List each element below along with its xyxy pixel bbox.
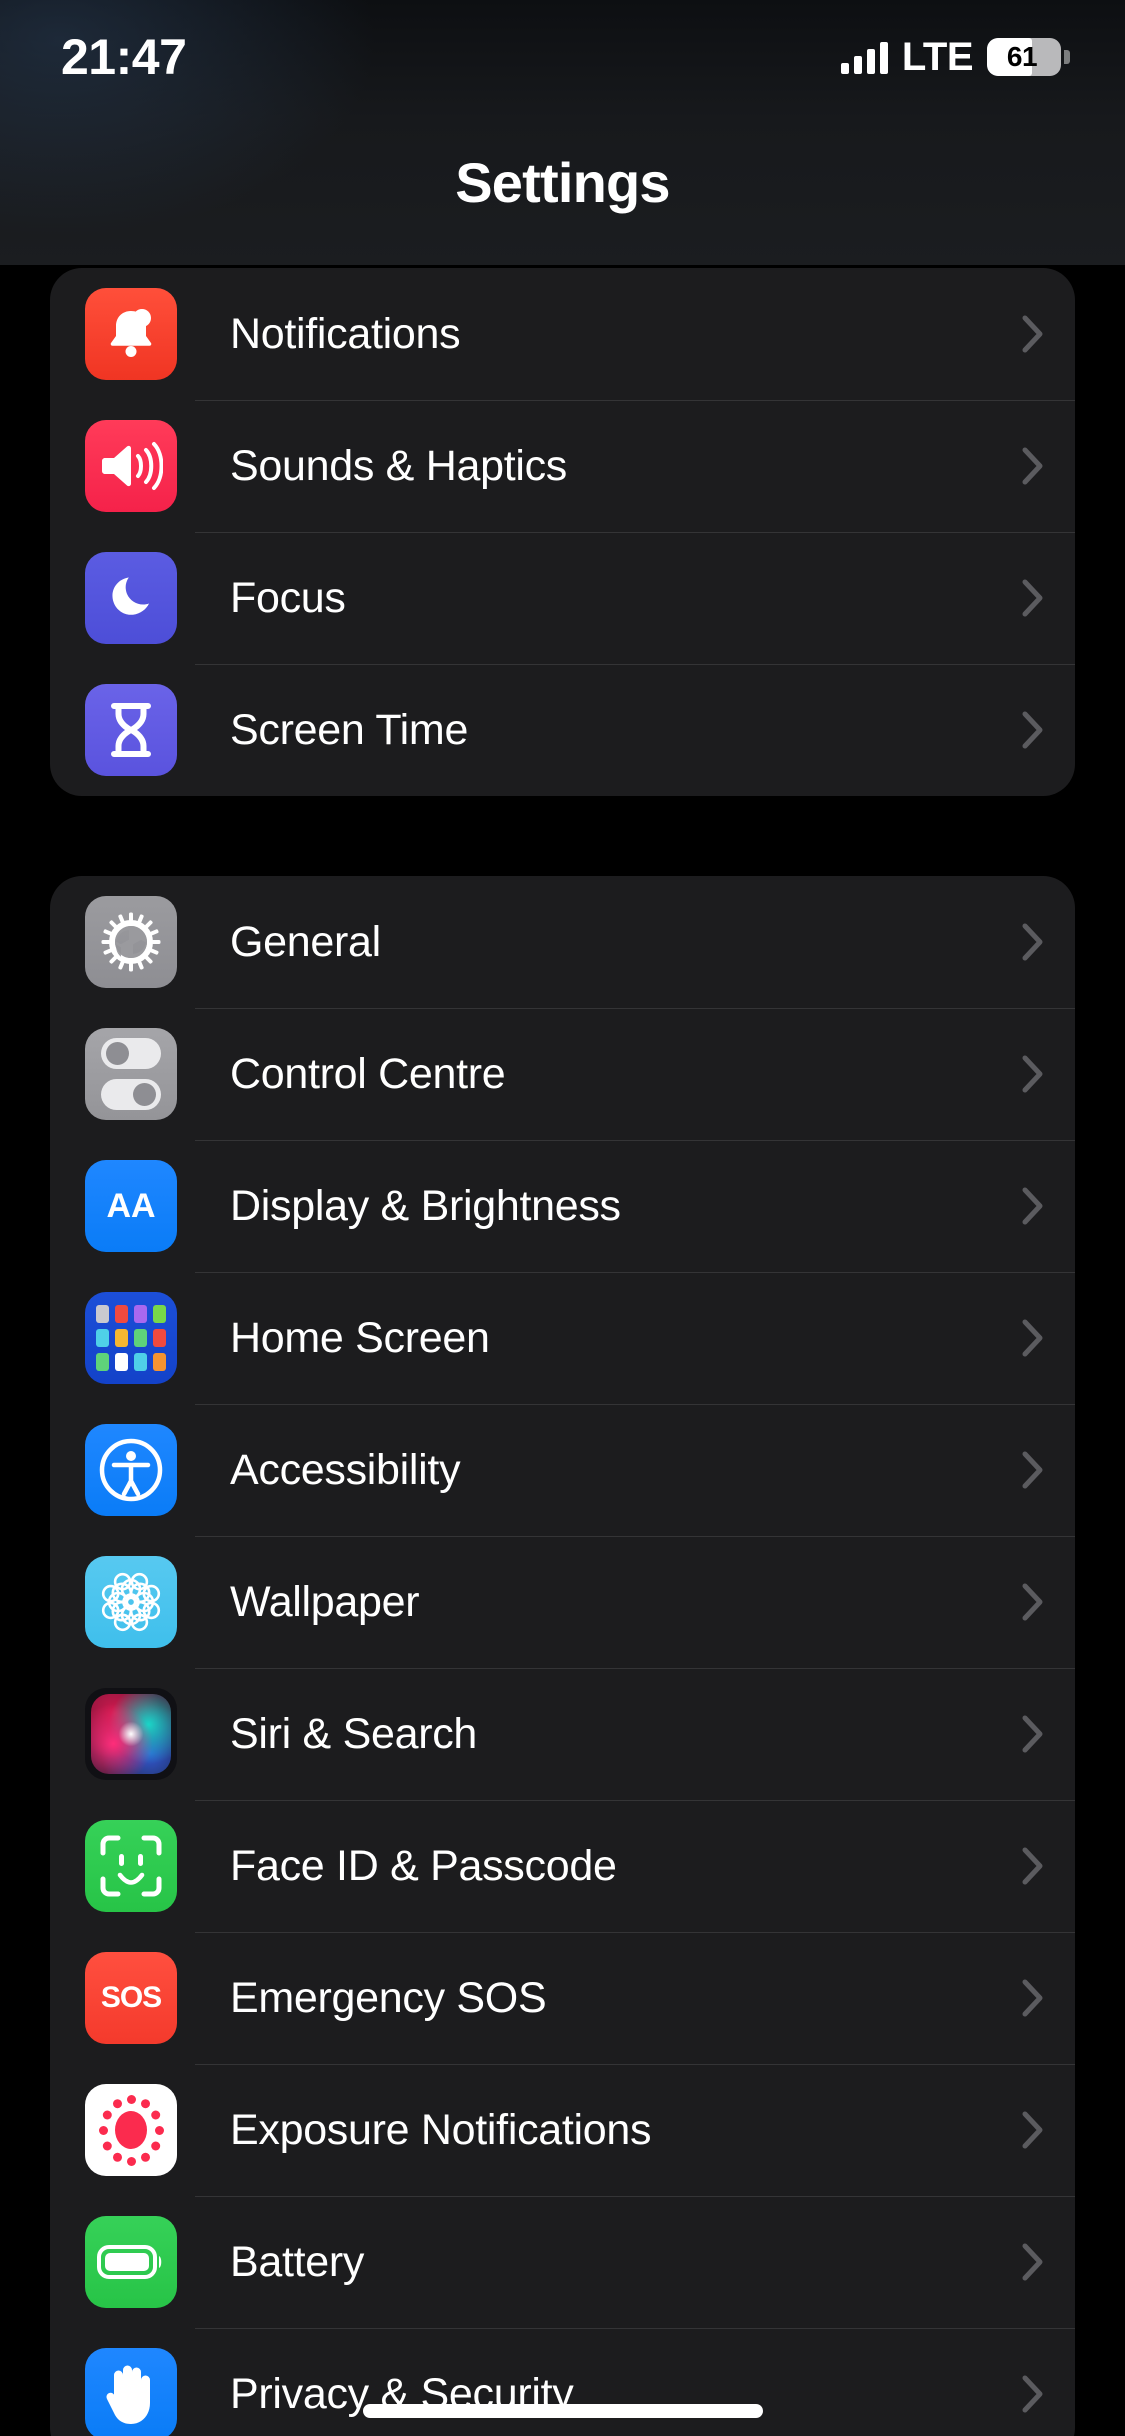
chevron-right-icon	[1003, 923, 1063, 961]
row-separator	[195, 1008, 1075, 1009]
settings-row-label: Screen Time	[230, 705, 469, 754]
chevron-right-icon	[1003, 1847, 1063, 1885]
settings-row-privacy-security[interactable]: Privacy & Security	[50, 2328, 1075, 2436]
status-bar-right: LTE 61	[840, 34, 1070, 80]
row-separator	[195, 400, 1075, 401]
settings-row-label: Notifications	[230, 309, 461, 358]
sos-icon: SOS	[85, 1952, 177, 2044]
toggles-icon	[85, 1028, 177, 1120]
chevron-right-icon	[1003, 1451, 1063, 1489]
chevron-right-icon	[1003, 447, 1063, 485]
face-id-icon	[85, 1820, 177, 1912]
moon-icon	[85, 552, 177, 644]
settings-row-siri-search[interactable]: Siri & Search	[50, 1668, 1075, 1800]
row-separator	[195, 1932, 1075, 1933]
settings-row-label: Display & Brightness	[230, 1181, 621, 1230]
app-grid-icon	[85, 1292, 177, 1384]
settings-row-label: Focus	[230, 573, 346, 622]
hand-raised-icon	[85, 2348, 177, 2436]
settings-row-label: Home Screen	[230, 1313, 490, 1362]
battery-icon: 61	[987, 38, 1070, 76]
settings-row-label: Wallpaper	[230, 1577, 420, 1626]
exposure-dots-icon	[85, 2084, 177, 2176]
settings-row-label: Accessibility	[230, 1445, 461, 1494]
battery-icon	[85, 2216, 177, 2308]
settings-screen: 21:47 LTE 61 Settings Notifications Sound…	[0, 0, 1125, 2436]
settings-row-emergency-sos[interactable]: SOS Emergency SOS	[50, 1932, 1075, 2064]
settings-row-display-brightness[interactable]: AA Display & Brightness	[50, 1140, 1075, 1272]
settings-row-exposure-notifications[interactable]: Exposure Notifications	[50, 2064, 1075, 2196]
chevron-right-icon	[1003, 579, 1063, 617]
row-separator	[195, 2328, 1075, 2329]
gear-icon	[85, 896, 177, 988]
settings-row-label: Emergency SOS	[230, 1973, 547, 2022]
cellular-signal-icon	[840, 40, 888, 74]
status-bar: 21:47 LTE 61	[0, 0, 1125, 100]
settings-row-face-id-passcode[interactable]: Face ID & Passcode	[50, 1800, 1075, 1932]
row-separator	[195, 1536, 1075, 1537]
settings-row-battery[interactable]: Battery	[50, 2196, 1075, 2328]
aa-text-size-icon: AA	[85, 1160, 177, 1252]
row-separator	[195, 1140, 1075, 1141]
chevron-right-icon	[1003, 1979, 1063, 2017]
settings-row-label: Control Centre	[230, 1049, 506, 1098]
chevron-right-icon	[1003, 1319, 1063, 1357]
settings-row-notifications[interactable]: Notifications	[50, 268, 1075, 400]
battery-percent-label: 61	[1006, 41, 1038, 72]
settings-row-general[interactable]: General	[50, 876, 1075, 1008]
settings-row-sounds-haptics[interactable]: Sounds & Haptics	[50, 400, 1075, 532]
row-separator	[195, 1800, 1075, 1801]
settings-row-accessibility[interactable]: Accessibility	[50, 1404, 1075, 1536]
settings-list: Notifications Sounds & Haptics Focus Screen…	[0, 265, 1125, 2436]
row-separator	[195, 2196, 1075, 2197]
chevron-right-icon	[1003, 1715, 1063, 1753]
chevron-right-icon	[1003, 711, 1063, 749]
carrier-label: LTE	[901, 34, 974, 79]
flower-pattern-icon	[85, 1556, 177, 1648]
accessibility-icon	[85, 1424, 177, 1516]
siri-orb-icon	[85, 1688, 177, 1780]
row-separator	[195, 2064, 1075, 2065]
hourglass-icon	[85, 684, 177, 776]
chevron-right-icon	[1003, 2243, 1063, 2281]
chevron-right-icon	[1003, 2375, 1063, 2413]
row-separator	[195, 1668, 1075, 1669]
status-bar-time: 21:47	[61, 29, 187, 85]
row-separator	[195, 664, 1075, 665]
settings-row-label: Siri & Search	[230, 1709, 478, 1758]
home-indicator[interactable]	[362, 2404, 763, 2418]
settings-row-label: General	[230, 917, 381, 966]
chevron-right-icon	[1003, 2111, 1063, 2149]
settings-row-screen-time[interactable]: Screen Time	[50, 664, 1075, 796]
nav-header: 21:47 LTE 61 Settings	[0, 0, 1125, 265]
settings-row-label: Exposure Notifications	[230, 2105, 652, 2154]
chevron-right-icon	[1003, 1187, 1063, 1225]
settings-row-home-screen[interactable]: Home Screen	[50, 1272, 1075, 1404]
chevron-right-icon	[1003, 1055, 1063, 1093]
settings-group-system: General Control Centre AA Display & Brightn…	[50, 876, 1075, 2436]
row-separator	[195, 532, 1075, 533]
speaker-wave-icon	[85, 420, 177, 512]
settings-row-wallpaper[interactable]: Wallpaper	[50, 1536, 1075, 1668]
settings-row-control-centre[interactable]: Control Centre	[50, 1008, 1075, 1140]
settings-group-primary: Notifications Sounds & Haptics Focus Screen…	[50, 268, 1075, 796]
settings-row-label: Sounds & Haptics	[230, 441, 567, 490]
settings-row-focus[interactable]: Focus	[50, 532, 1075, 664]
page-title: Settings	[455, 151, 670, 214]
settings-row-label: Face ID & Passcode	[230, 1841, 617, 1890]
settings-row-label: Battery	[230, 2237, 365, 2286]
row-separator	[195, 1404, 1075, 1405]
chevron-right-icon	[1003, 315, 1063, 353]
bell-icon	[85, 288, 177, 380]
row-separator	[195, 1272, 1075, 1273]
chevron-right-icon	[1003, 1583, 1063, 1621]
